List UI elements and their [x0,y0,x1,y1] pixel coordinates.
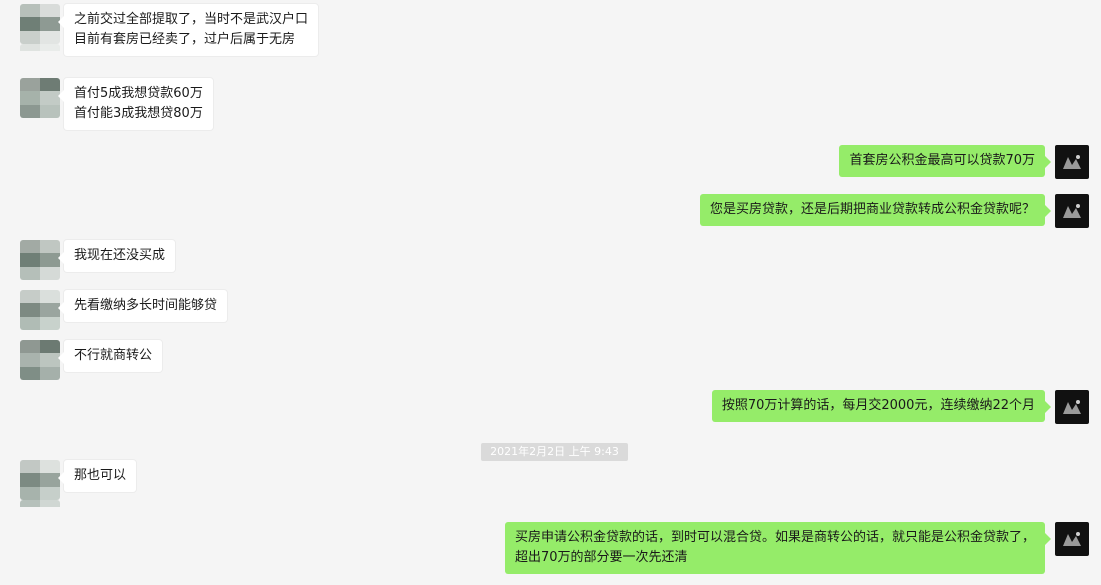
message-text: 买房申请公积金贷款的话，到时可以混合贷。如果是商转公的话，就只能是公积金贷款了， [514,530,1035,545]
message-text: 首套房公积金最高可以贷款70万 [849,153,1035,168]
message-text: 我现在还没买成 [74,248,166,263]
message-text: 之前交过全部提取了，当时不是武汉户口 [74,12,309,27]
message-text: 不行就商转公 [74,348,153,363]
message-row-received: 不行就商转公 [20,340,163,380]
self-avatar[interactable] [1055,390,1089,424]
contact-avatar[interactable] [20,240,60,280]
message-text: 按照70万计算的话，每月交2000元，连续缴纳22个月 [721,398,1035,413]
avatar-extension [20,44,60,64]
self-avatar[interactable] [1055,522,1089,556]
contact-avatar[interactable] [20,340,60,380]
message-row-received: 先看缴纳多长时间能够贷 [20,290,228,330]
message-text: 首付5成我想贷款60万 [74,86,203,101]
contact-avatar[interactable] [20,4,60,44]
message-row-sent: 按照70万计算的话，每月交2000元，连续缴纳22个月 [711,390,1089,424]
timestamp-label: 2021年2月2日 上午 9:43 [481,443,628,461]
message-text: 您是买房贷款，还是后期把商业贷款转成公积金贷款呢？ [709,202,1035,217]
contact-avatar[interactable] [20,290,60,330]
message-bubble[interactable]: 买房申请公积金贷款的话，到时可以混合贷。如果是商转公的话，就只能是公积金贷款了，… [504,522,1052,574]
dark-photo-avatar-icon [1059,396,1085,418]
contact-avatar[interactable] [20,78,60,118]
message-row-received: 首付5成我想贷款60万 首付能3成我想贷80万 [20,78,213,130]
dark-photo-avatar-icon [1059,528,1085,550]
contact-avatar [20,44,60,64]
chat-window: 之前交过全部提取了，当时不是武汉户口 目前有套房已经卖了，过户后属于无房 首付5… [0,0,1101,585]
contact-avatar[interactable] [20,460,60,500]
message-bubble[interactable]: 之前交过全部提取了，当时不是武汉户口 目前有套房已经卖了，过户后属于无房 [57,4,319,56]
self-avatar[interactable] [1055,194,1089,228]
message-text: 那也可以 [74,468,127,483]
message-row-sent: 买房申请公积金贷款的话，到时可以混合贷。如果是商转公的话，就只能是公积金贷款了，… [504,522,1089,574]
message-row-received: 那也可以 [20,460,137,500]
dark-photo-avatar-icon [1059,200,1085,222]
dark-photo-avatar-icon [1059,151,1085,173]
message-row-received: 我现在还没买成 [20,240,176,280]
message-row-received: 之前交过全部提取了，当时不是武汉户口 目前有套房已经卖了，过户后属于无房 [20,4,319,56]
message-bubble[interactable]: 首套房公积金最高可以贷款70万 [839,145,1051,177]
message-row-sent: 首套房公积金最高可以贷款70万 [839,145,1089,179]
message-bubble[interactable]: 先看缴纳多长时间能够贷 [57,290,228,322]
message-text: 目前有套房已经卖了，过户后属于无房 [74,32,296,47]
message-row-sent: 您是买房贷款，还是后期把商业贷款转成公积金贷款呢？ [699,194,1089,228]
message-bubble[interactable]: 那也可以 [57,460,137,492]
message-bubble[interactable]: 我现在还没买成 [57,240,176,272]
message-bubble[interactable]: 不行就商转公 [57,340,163,372]
self-avatar[interactable] [1055,145,1089,179]
message-text: 首付能3成我想贷80万 [74,106,203,121]
message-bubble[interactable]: 您是买房贷款，还是后期把商业贷款转成公积金贷款呢？ [699,194,1052,226]
message-bubble[interactable]: 按照70万计算的话，每月交2000元，连续缴纳22个月 [711,390,1052,422]
avatar-extension [20,500,60,520]
message-text: 超出70万的部分要一次先还清 [514,550,688,565]
message-text: 先看缴纳多长时间能够贷 [74,298,218,313]
contact-avatar [20,500,60,520]
message-bubble[interactable]: 首付5成我想贷款60万 首付能3成我想贷80万 [58,78,213,130]
